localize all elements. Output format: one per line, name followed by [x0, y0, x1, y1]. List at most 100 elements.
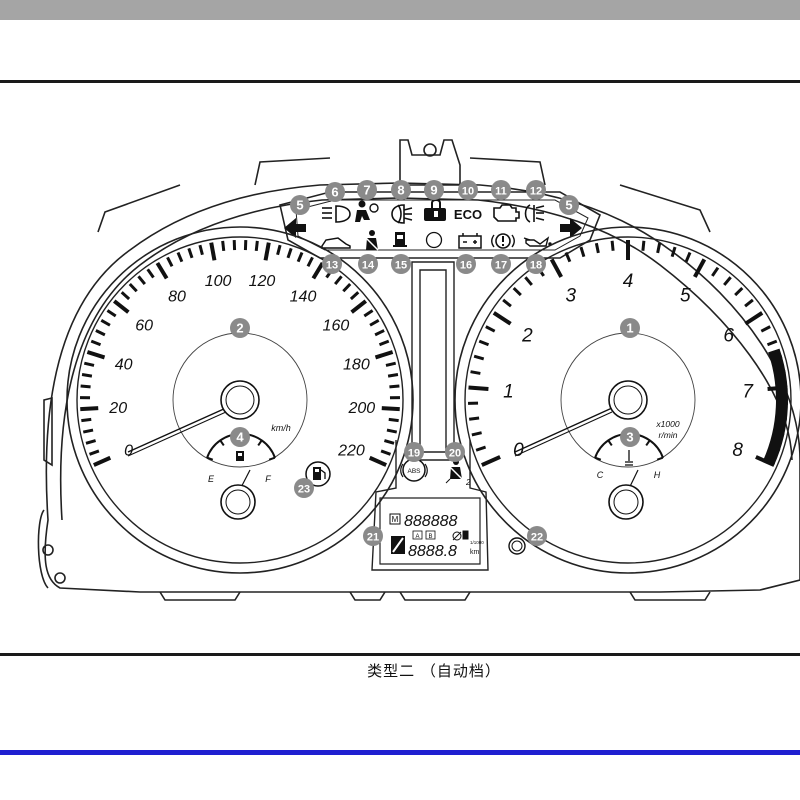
callout-number: 2 [236, 321, 243, 336]
small-gauge-tick [656, 456, 664, 461]
callout-badge: 15 [391, 254, 411, 274]
small-gauge-tick [607, 439, 613, 446]
rpm-minor-tick [656, 242, 662, 254]
rpm-tick-label: 2 [521, 326, 533, 347]
callout-badge: 5 [559, 195, 579, 215]
fuel-empty-label: E [208, 474, 215, 484]
speed-minor-tick [80, 384, 91, 389]
warning-light-pod: ECO [279, 191, 602, 259]
rpm-tick-label: 4 [623, 271, 634, 292]
callout-number: 14 [362, 260, 375, 272]
speed-minor-tick [221, 240, 226, 252]
rpm-minor-tick [473, 354, 485, 361]
km-unit: km [470, 549, 480, 556]
rpm-minor-tick [524, 276, 533, 286]
speed-minor-tick [120, 291, 131, 301]
speed-major-tick [263, 242, 271, 261]
speed-minor-tick [81, 373, 93, 378]
rpm-minor-tick [468, 416, 480, 421]
rpm-minor-tick [711, 266, 720, 277]
callout-badge: 8 [391, 180, 411, 200]
rpm-major-tick [481, 455, 501, 467]
callout-badge: 10 [458, 180, 478, 200]
rpm-minor-tick [684, 251, 692, 263]
odometer-top-digits: 888888 [404, 513, 457, 530]
abs-label: ABS [407, 468, 421, 475]
gear-marker: M [392, 515, 399, 524]
speed-major-tick [209, 242, 217, 261]
rpm-minor-tick [670, 246, 677, 258]
coolant-temp-icon [625, 450, 633, 466]
callout-number: 11 [495, 186, 507, 198]
callout-badge: 7 [357, 180, 377, 200]
rpm-tick-label: 3 [565, 286, 576, 307]
speed-minor-tick [166, 256, 174, 267]
battery-icon [458, 233, 482, 249]
speed-minor-tick [95, 329, 106, 337]
speed-minor-tick [100, 318, 111, 327]
speed-unit: km/h [271, 423, 291, 433]
rpm-tick-label: 5 [680, 286, 691, 307]
temp-cold-label: C [597, 470, 604, 480]
speed-major-tick [350, 299, 368, 314]
speed-major-tick [86, 350, 106, 360]
speed-tick-label: 140 [290, 289, 317, 306]
rpm-minor-tick [610, 240, 615, 251]
speed-minor-tick [187, 247, 194, 259]
speed-major-tick [368, 455, 387, 467]
speedometer-hub [220, 380, 260, 420]
airbag-icon [355, 200, 379, 222]
rpm-minor-tick [475, 445, 487, 452]
fuel-consumption-icon [452, 530, 469, 541]
callout-number: 19 [408, 448, 420, 460]
rpm-minor-tick [766, 339, 778, 347]
speed-major-tick [311, 261, 325, 280]
callout-number: 4 [236, 430, 244, 445]
indicator-blank-lamp [425, 231, 443, 249]
callout-badge: 20 [445, 442, 465, 462]
speed-minor-tick [83, 361, 95, 367]
lcd-display: M 888888 A B 1/1000 8888.8 km [389, 513, 484, 560]
rpm-minor-tick [760, 325, 771, 333]
callout-number: 17 [495, 260, 507, 272]
rpm-minor-tick [478, 339, 490, 347]
speed-tick-label: 120 [249, 273, 276, 290]
callout-number: 20 [449, 448, 461, 460]
speed-tick-label: 20 [108, 400, 127, 417]
rpm-minor-tick [594, 242, 600, 254]
headlight-icon [322, 205, 351, 223]
callout-number: 6 [331, 185, 338, 200]
speed-major-tick [80, 406, 99, 412]
speed-minor-tick [90, 339, 102, 347]
fuel-full-label: F [265, 474, 271, 484]
speed-minor-tick [176, 251, 184, 263]
speed-minor-tick [387, 373, 399, 378]
rpm-unit: r/min [659, 430, 678, 440]
check-engine-icon [493, 204, 520, 222]
speed-minor-tick [363, 309, 374, 318]
speed-minor-tick [388, 417, 399, 423]
footer-rule [0, 750, 800, 755]
rpm-minor-tick [512, 286, 522, 297]
tachometer-hub [608, 380, 648, 420]
speed-minor-tick [378, 339, 390, 347]
speed-minor-tick [106, 309, 117, 318]
callout-number: 9 [430, 183, 437, 198]
speed-tick-label: 220 [337, 443, 365, 460]
rpm-minor-tick [470, 370, 481, 375]
speed-tick-label: 40 [115, 356, 133, 373]
oil-pressure-icon [523, 236, 552, 247]
callout-number: 18 [530, 260, 542, 272]
figure-caption: 类型二 （自动档） [367, 662, 501, 680]
rpm-minor-tick [579, 246, 586, 258]
speedometer: 020406080100120140160180200220 km/h E F [66, 226, 414, 574]
callout-badge: 21 [363, 526, 383, 546]
small-gauge-tick [594, 456, 602, 461]
speed-major-tick [155, 261, 169, 280]
rpm-tick-label: 7 [742, 382, 754, 403]
callout-number: 16 [460, 260, 472, 272]
callout-number: 15 [395, 260, 407, 272]
speed-minor-tick [389, 384, 400, 389]
speed-minor-tick [146, 268, 155, 279]
callout-number: 7 [363, 183, 370, 198]
